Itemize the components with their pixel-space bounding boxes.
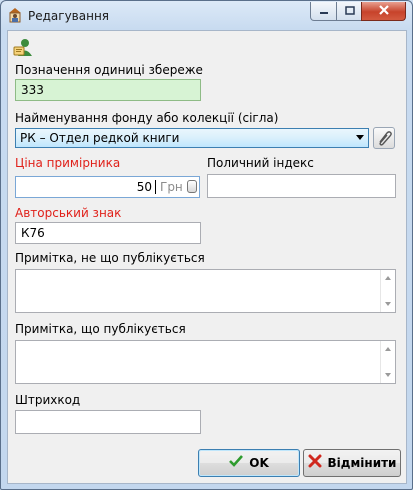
copy-price-label: Ціна примірника <box>15 156 121 170</box>
scroll-up-icon[interactable] <box>385 276 391 280</box>
currency-toggle[interactable] <box>187 180 197 193</box>
close-button[interactable] <box>361 2 406 21</box>
window-title: Редагування <box>28 9 110 23</box>
minimize-icon <box>319 4 329 18</box>
unit-designation-label: Позначення одиниці збереже <box>15 63 203 77</box>
dialog-body: Позначення одиниці збереже 333 Найменува… <box>7 30 407 484</box>
maximize-button[interactable] <box>336 2 363 21</box>
scroll-down-icon[interactable] <box>385 373 391 377</box>
vertical-scrollbar[interactable] <box>380 270 395 312</box>
author-mark-value: К76 <box>21 226 45 240</box>
maximize-icon <box>344 4 355 18</box>
cancel-button[interactable]: Відмінити <box>303 449 401 477</box>
unit-designation-field[interactable]: 333 <box>15 79 201 101</box>
title-bar[interactable]: Редагування <box>1 1 412 31</box>
edit-dialog-window: Редагування Позначення одиниці збереже 3… <box>0 0 413 490</box>
unit-designation-value: 333 <box>21 83 44 97</box>
fund-collection-label: Найменування фонду або колекції (сігла) <box>15 111 279 125</box>
vertical-scrollbar[interactable] <box>380 341 395 383</box>
cancel-button-label: Відмінити <box>327 456 397 470</box>
paperclip-icon <box>374 131 394 151</box>
close-icon <box>378 4 390 18</box>
shelf-index-label: Поличний індекс <box>207 156 314 170</box>
user-edit-icon <box>7 7 23 23</box>
fund-collection-selected: РК – Отдел редкой книги <box>20 131 180 145</box>
currency-unit: Грн <box>160 180 183 194</box>
barcode-field[interactable] <box>15 410 201 434</box>
fund-collection-select[interactable]: РК – Отдел редкой книги <box>15 128 369 148</box>
shelf-index-field[interactable] <box>207 174 396 198</box>
copy-price-field[interactable]: 50 Грн <box>15 176 200 198</box>
minimize-button[interactable] <box>310 2 338 21</box>
author-mark-field[interactable]: К76 <box>15 222 201 244</box>
barcode-label: Штрихкод <box>15 393 81 407</box>
ok-button-label: OK <box>249 456 269 470</box>
note-published-textarea[interactable] <box>15 340 396 384</box>
author-mark-label: Авторський знак <box>15 206 122 220</box>
scroll-down-icon[interactable] <box>385 302 391 306</box>
ok-button[interactable]: OK <box>198 449 300 477</box>
chevron-down-icon <box>356 135 364 140</box>
note-published-label: Примітка, що публікується <box>15 322 186 336</box>
text-caret <box>155 180 156 194</box>
user-card-icon[interactable] <box>12 36 34 58</box>
scroll-up-icon[interactable] <box>385 347 391 351</box>
note-unpublished-textarea[interactable] <box>15 269 396 313</box>
note-unpublished-label: Примітка, не що публікується <box>15 251 205 265</box>
copy-price-value: 50 <box>136 180 152 194</box>
cross-icon <box>308 454 322 472</box>
attach-button[interactable] <box>373 127 395 149</box>
checkmark-icon <box>229 455 244 471</box>
